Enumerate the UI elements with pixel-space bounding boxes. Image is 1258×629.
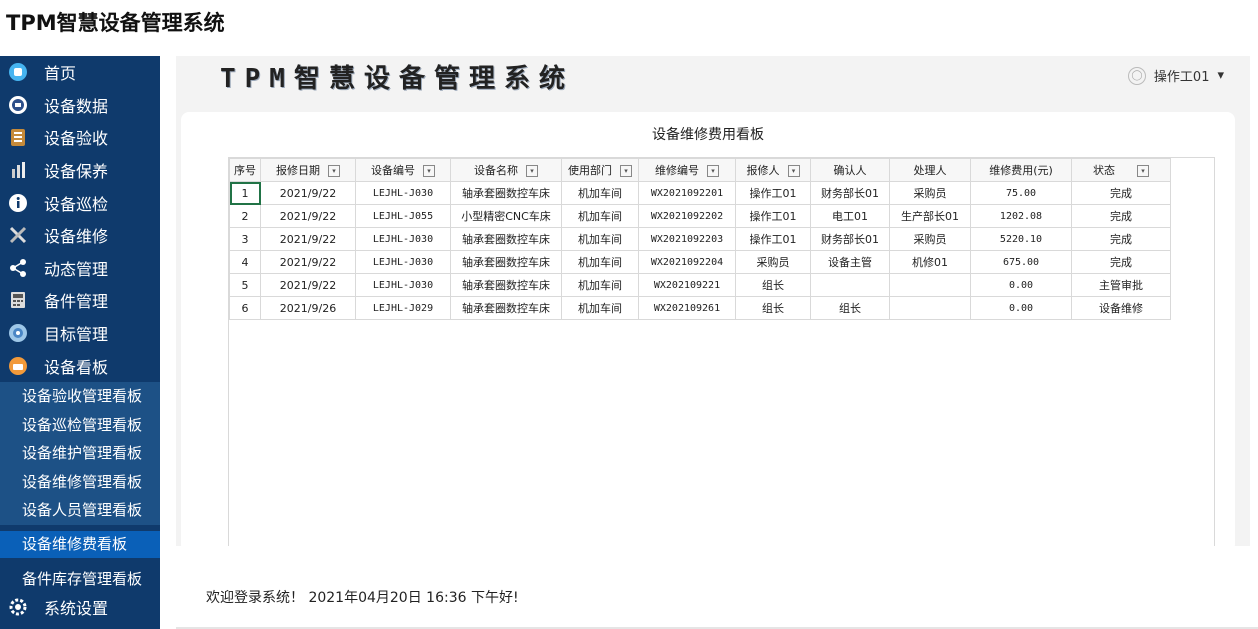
col-header[interactable]: 报修人 ▾ [735,158,811,182]
sidebar-item-label: 备件管理 [44,292,109,312]
sidebar-item-home[interactable]: 首页 [0,56,160,89]
filter-dropdown-icon[interactable]: ▾ [423,165,435,177]
monitor-icon [8,95,28,115]
submenu-lower: 设备维修费看板 备件库存管理看板 [0,530,160,593]
table-row: 2 2021/9/22 LEJHL-J055 小型精密CNC车床 机加车间 WX… [229,204,1171,228]
user-icon: ◯ [1127,66,1146,85]
submenu-item-repair-cost-board[interactable]: 设备维修费看板 [0,530,160,558]
col-header[interactable]: 设备编号 ▾ [355,158,451,182]
filter-dropdown-icon[interactable]: ▾ [1137,165,1149,177]
filter-dropdown-icon[interactable]: ▾ [620,165,632,177]
sidebar-item-spare-parts[interactable]: 备件管理 [0,284,160,317]
sidebar-item-label: 设备保养 [44,162,109,182]
submenu-item-maintenance-board[interactable]: 设备维护管理看板 [0,439,160,468]
board-title: 设备维修费用看板 [652,127,764,143]
table-header-row: 序号 报修日期 ▾ 设备编号 ▾ 设备名称 ▾ 使用部门 ▾ 维修编号 ▾ 报修人 ▾ 确认… [229,158,1171,182]
sidebar-item-label: 动态管理 [44,259,109,279]
sidebar-item-label: 设备巡检 [44,194,109,214]
col-header: 确认人 [810,158,890,182]
data-grid: 序号 报修日期 ▾ 设备编号 ▾ 设备名称 ▾ 使用部门 ▾ 维修编号 ▾ 报修人 ▾ 确认… [228,157,1215,546]
sidebar-item-maintenance[interactable]: 设备保养 [0,154,160,187]
sidebar-item-equipment-data[interactable]: 设备数据 [0,89,160,122]
filter-dropdown-icon[interactable]: ▾ [526,165,538,177]
board-card: 设备维修费用看板 序号 报修日期 ▾ 设备编号 ▾ 设备名称 ▾ 使用部门 ▾ 维修编号… [181,112,1235,546]
sidebar-item-label: 设备验收 [44,129,109,149]
dashboard-submenu: 设备验收管理看板 设备巡检管理看板 设备维护管理看板 设备维修管理看板 设备人员… [0,381,160,525]
col-header[interactable]: 报修日期 ▾ [260,158,356,182]
col-header[interactable]: 维修编号 ▾ [638,158,736,182]
maintenance-icon [8,160,28,180]
filter-dropdown-icon[interactable]: ▾ [787,165,800,177]
sidebar-item-settings[interactable]: 系统设置 [0,593,160,621]
calculator-icon [8,290,28,310]
welcome-footer: 欢迎登录系统！ 2021年04月20日 16:36 下午好! [206,590,519,606]
col-header[interactable]: 状态 ▾ [1071,158,1171,182]
table-row: 1 2021/9/22 LEJHL-J030 轴承套圈数控车床 机加车间 WX2… [229,181,1171,205]
submenu-item-personnel-board[interactable]: 设备人员管理看板 [0,496,160,525]
sidebar-item-label: 首页 [44,64,77,84]
col-header[interactable]: 设备名称 ▾ [450,158,562,182]
filter-dropdown-icon[interactable]: ▾ [328,165,340,177]
sidebar-item-label: 系统设置 [44,598,109,618]
filter-dropdown-icon[interactable]: ▾ [707,165,719,177]
sidebar-item-label: 设备维修 [44,227,109,247]
repair-cost-table: 序号 报修日期 ▾ 设备编号 ▾ 设备名称 ▾ 使用部门 ▾ 维修编号 ▾ 报修人 ▾ 确认… [229,158,1171,320]
share-icon [8,258,28,278]
submenu-item-repair-board[interactable]: 设备维修管理看板 [0,468,160,497]
main-area: TPM智慧设备管理系统 ◯ 操作工01 ▾ 设备维修费用看板 序号 报修日期 ▾ … [176,56,1250,546]
banner-title: TPM智慧设备管理系统 [220,64,574,94]
clipboard-icon [8,127,28,147]
chevron-down-icon: ▾ [1217,68,1224,83]
page-title: TPM智慧设备管理系统 [6,11,225,35]
submenu-item-inventory-board[interactable]: 备件库存管理看板 [0,566,160,593]
home-icon [8,62,28,82]
sidebar-item-inspection[interactable]: 设备巡检 [0,186,160,219]
sidebar-item-label: 设备看板 [44,357,109,377]
col-header[interactable]: 使用部门 ▾ [561,158,639,182]
submenu-item-acceptance-board[interactable]: 设备验收管理看板 [0,382,160,411]
info-icon [8,193,28,213]
submenu-item-inspection-board[interactable]: 设备巡检管理看板 [0,411,160,440]
sidebar-item-repair[interactable]: 设备维修 [0,219,160,252]
col-header: 维修费用(元) [970,158,1072,182]
col-header: 处理人 [889,158,971,182]
sidebar-item-targets[interactable]: 目标管理 [0,317,160,350]
gear-icon [8,597,28,617]
user-name: 操作工01 [1153,70,1210,85]
sidebar-item-dynamic[interactable]: 动态管理 [0,252,160,285]
sidebar-item-dashboard[interactable]: 设备看板 [0,349,160,382]
col-header: 序号 [229,158,261,182]
sidebar-item-label: 设备数据 [44,96,109,116]
tools-icon [8,225,28,245]
sidebar: 首页 设备数据 设备验收 设备保养 设备巡检 设备维修 动态管理 备件管理 目标… [0,56,160,629]
table-row: 4 2021/9/22 LEJHL-J030 轴承套圈数控车床 机加车间 WX2… [229,250,1171,274]
table-row: 6 2021/9/26 LEJHL-J029 轴承套圈数控车床 机加车间 WX2… [229,296,1171,320]
user-menu[interactable]: ◯ 操作工01 ▾ [1127,66,1224,85]
table-row: 5 2021/9/22 LEJHL-J030 轴承套圈数控车床 机加车间 WX2… [229,273,1171,297]
table-row: 3 2021/9/22 LEJHL-J030 轴承套圈数控车床 机加车间 WX2… [229,227,1171,251]
dashboard-icon [8,356,28,376]
sidebar-item-label: 目标管理 [44,325,109,345]
sidebar-item-acceptance[interactable]: 设备验收 [0,121,160,154]
target-icon [8,323,28,343]
